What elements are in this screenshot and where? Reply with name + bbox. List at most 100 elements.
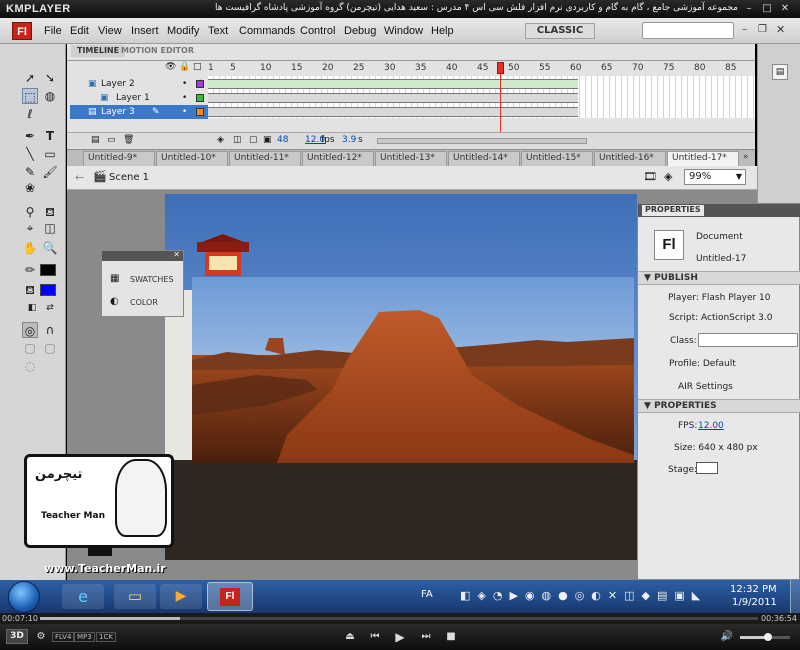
smooth-icon[interactable]: ▢ xyxy=(22,340,38,356)
menu-edit[interactable]: Edit xyxy=(70,25,89,37)
color-icon[interactable]: ◐ xyxy=(110,296,119,307)
restore-app-icon[interactable]: ❐ xyxy=(758,24,767,35)
volume-knob[interactable] xyxy=(764,633,772,641)
menu-modify[interactable]: Modify xyxy=(167,25,199,37)
tab-untitled-13[interactable]: Untitled-13* xyxy=(375,151,447,166)
pen-tool-icon[interactable]: ✒ xyxy=(22,128,38,144)
tab-overflow-icon[interactable]: » xyxy=(743,152,749,162)
fill-color-icon[interactable]: ⛾ xyxy=(22,282,38,298)
air-settings-button[interactable]: AIR Settings xyxy=(678,382,733,392)
visibility-dot[interactable]: • xyxy=(182,77,187,91)
close-app-icon[interactable]: ✕ xyxy=(776,23,785,36)
center-frame-icon[interactable]: ◈ xyxy=(217,135,224,145)
zoom-select[interactable]: 99% ▼ xyxy=(684,169,746,185)
layer-3-frames[interactable] xyxy=(208,107,578,117)
timeline-scrollbar[interactable] xyxy=(377,138,587,144)
layer-row-layer-2[interactable]: ▣ Layer 2 • 🔒 xyxy=(70,77,208,91)
mode-3d-button[interactable]: 3D xyxy=(6,629,28,644)
library-icon[interactable]: ▤ xyxy=(772,64,788,80)
3d-rotation-tool-icon[interactable]: ◍ xyxy=(42,88,58,104)
tray-icons[interactable]: ◧◈◔▶◉◍●◎◐✕◫◆▤▣◣ xyxy=(460,589,707,602)
clock-date[interactable]: 1/9/2011 xyxy=(732,597,777,608)
tab-untitled-11[interactable]: Untitled-11* xyxy=(229,151,301,166)
selection-tool-icon[interactable]: ➚ xyxy=(22,70,38,86)
back-arrow-icon[interactable]: ← xyxy=(75,171,84,184)
tab-untitled-16[interactable]: Untitled-16* xyxy=(594,151,666,166)
delete-layer-icon[interactable]: 🗑 xyxy=(123,135,134,145)
zoom-tool-icon[interactable]: 🔍 xyxy=(42,240,58,256)
eyedropper-tool-icon[interactable]: ⌖ xyxy=(22,220,38,236)
tab-untitled-17[interactable]: Untitled-17* xyxy=(667,151,739,166)
gear-icon[interactable]: ⚙ xyxy=(34,630,48,644)
close-icon[interactable]: ✕ xyxy=(778,3,792,15)
class-input[interactable] xyxy=(698,333,798,347)
stroke-color-icon[interactable]: ✏ xyxy=(22,262,38,278)
brush-tool-icon[interactable]: 🖌 xyxy=(42,164,58,180)
folder-icon[interactable]: ▭ xyxy=(114,584,156,609)
new-layer-icon[interactable]: ▤ xyxy=(91,135,100,145)
fps-value[interactable]: 12.00 xyxy=(698,421,724,431)
menu-view[interactable]: View xyxy=(98,25,122,37)
tab-untitled-14[interactable]: Untitled-14* xyxy=(448,151,520,166)
workspace-switcher[interactable]: CLASSIC xyxy=(525,23,595,39)
lasso-tool-icon[interactable]: ℓ xyxy=(22,106,38,122)
minimize-app-icon[interactable]: – xyxy=(742,24,747,35)
minimize-icon[interactable]: – xyxy=(742,3,756,15)
text-tool-icon[interactable]: T xyxy=(42,128,58,144)
new-folder-icon[interactable]: ▭ xyxy=(107,135,116,145)
properties-section[interactable]: ▼ PROPERTIES xyxy=(638,399,800,413)
snap-icon[interactable]: ∩ xyxy=(42,322,58,338)
clock-time[interactable]: 12:32 PM xyxy=(730,584,777,595)
elapsed-time[interactable]: 3.9 xyxy=(342,135,356,145)
flash-taskbar-button[interactable]: Fl xyxy=(207,582,253,611)
swatches-label[interactable]: SWATCHES xyxy=(130,275,174,284)
onion-outlines-icon[interactable]: ▢ xyxy=(249,135,258,145)
deco-tool-icon[interactable]: ❀ xyxy=(22,180,38,196)
menu-control[interactable]: Control xyxy=(300,25,335,37)
line-tool-icon[interactable]: ╲ xyxy=(22,146,38,162)
outline-color[interactable] xyxy=(196,108,204,116)
pencil-tool-icon[interactable]: ✎ xyxy=(22,164,38,180)
layer-1-frames[interactable] xyxy=(208,93,578,103)
language-indicator[interactable]: FA xyxy=(421,589,433,600)
menu-insert[interactable]: Insert xyxy=(131,25,159,37)
object-drawing-icon[interactable]: ◎ xyxy=(22,322,38,338)
tab-motion-editor[interactable]: MOTION EDITOR xyxy=(115,45,200,57)
eye-icon[interactable]: 👁 xyxy=(165,62,176,72)
media-player-icon[interactable]: ▶ xyxy=(160,584,202,609)
close-icon[interactable]: ✕ xyxy=(173,250,180,259)
outline-color[interactable] xyxy=(196,94,204,102)
stop-icon[interactable]: ■ xyxy=(444,630,458,644)
outline-icon[interactable]: □ xyxy=(193,62,202,72)
panel-header[interactable]: ✕ xyxy=(102,250,183,261)
free-transform-tool-icon[interactable]: ⬚ xyxy=(22,88,38,104)
menu-help[interactable]: Help xyxy=(431,25,454,37)
swatches-icon[interactable]: ▦ xyxy=(110,273,119,284)
menu-window[interactable]: Window xyxy=(384,25,423,37)
bone-tool-icon[interactable]: ⚲ xyxy=(22,204,38,220)
edit-symbols-icon[interactable]: ◈ xyxy=(664,170,672,183)
straighten-icon[interactable]: ▢ xyxy=(42,340,58,356)
menu-text[interactable]: Text xyxy=(208,25,228,37)
start-button[interactable] xyxy=(8,581,40,613)
layer-row-layer-3[interactable]: ▤ Layer 3 ✎ • xyxy=(70,105,208,119)
visibility-dot[interactable]: • xyxy=(182,105,187,119)
eraser-tool-icon[interactable]: ◫ xyxy=(42,220,58,236)
swap-colors-icon[interactable]: ⇄ xyxy=(42,300,58,316)
option-icon[interactable]: ◌ xyxy=(22,358,38,374)
layer-row-layer-1[interactable]: ▣ Layer 1 • xyxy=(70,91,208,105)
tab-untitled-15[interactable]: Untitled-15* xyxy=(521,151,593,166)
publish-section[interactable]: ▼ PUBLISH xyxy=(638,271,800,285)
rectangle-tool-icon[interactable]: ▭ xyxy=(42,146,58,162)
play-icon[interactable]: ▶ xyxy=(393,630,407,644)
edit-multiple-icon[interactable]: ▣ xyxy=(263,135,272,145)
color-label[interactable]: COLOR xyxy=(130,298,158,307)
next-icon[interactable]: ⏭ xyxy=(419,630,433,644)
menu-debug[interactable]: Debug xyxy=(344,25,376,37)
fill-color-swatch[interactable] xyxy=(40,284,56,296)
menu-file[interactable]: File xyxy=(44,25,62,37)
stroke-color-swatch[interactable] xyxy=(40,264,56,276)
tab-untitled-10[interactable]: Untitled-10* xyxy=(156,151,228,166)
default-colors-icon[interactable]: ◧ xyxy=(24,300,40,316)
onion-skin-icon[interactable]: ◫ xyxy=(233,135,242,145)
